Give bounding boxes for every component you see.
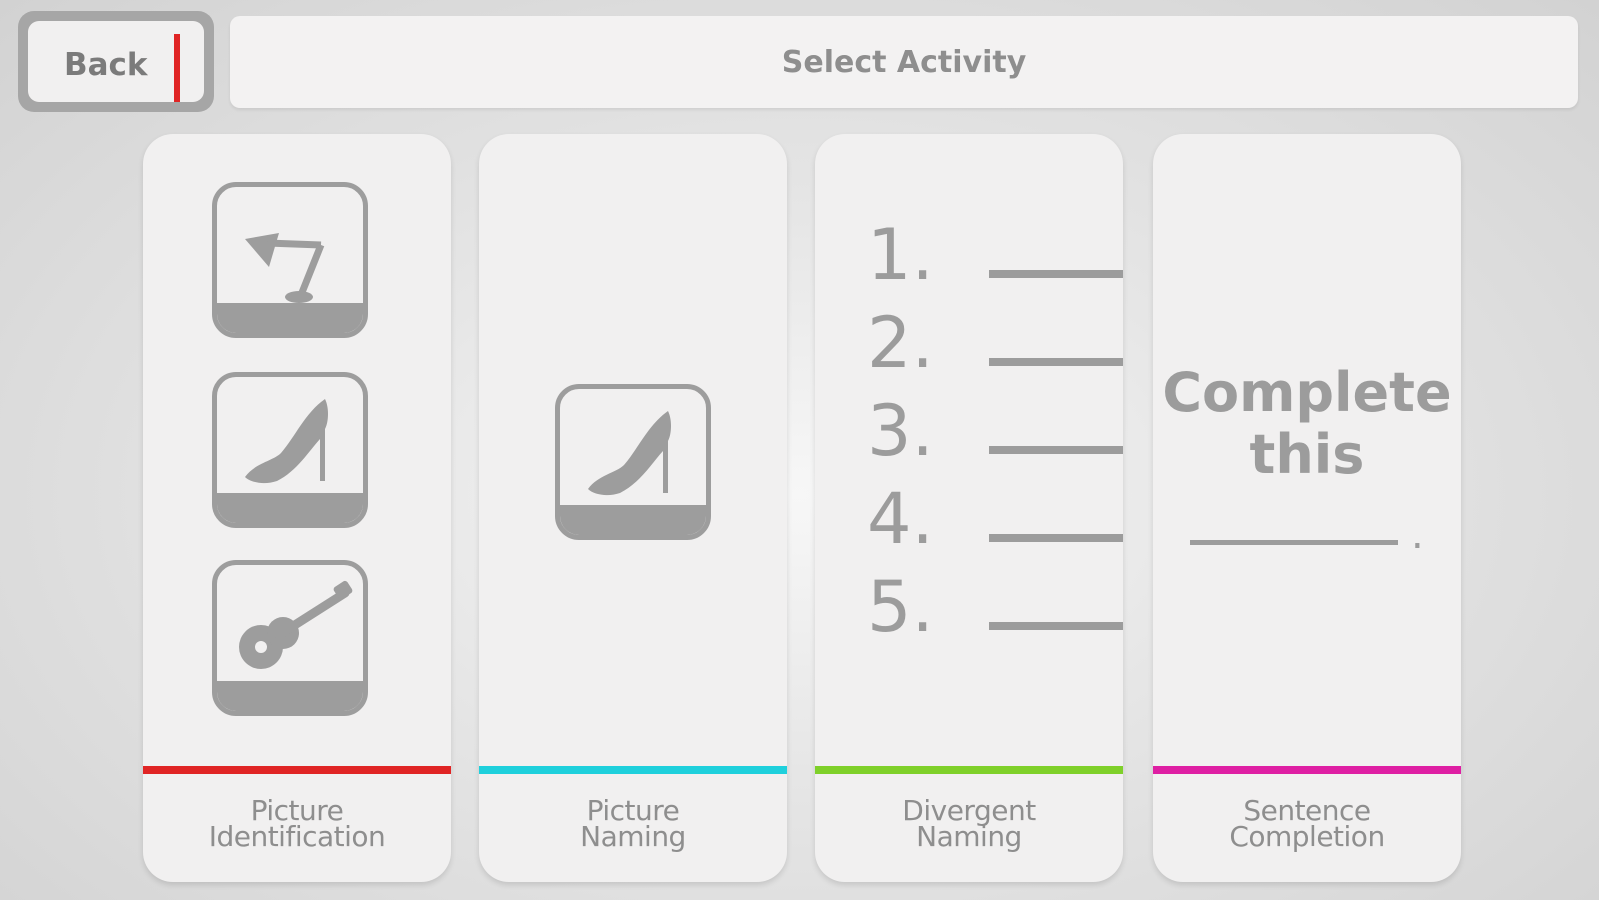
list-line: 4. <box>867 478 1123 568</box>
sentence-preview-text: Complete this <box>1162 361 1452 486</box>
high-heel-shoe-icon <box>555 384 711 540</box>
activity-color-stripe <box>479 766 787 774</box>
page-title: Select Activity <box>781 44 1027 80</box>
activity-card-picture-naming[interactable]: Picture Naming <box>479 134 787 882</box>
activity-color-stripe <box>1153 766 1461 774</box>
list-line: 1. <box>867 214 1123 304</box>
sentence-blank-line <box>1190 540 1398 545</box>
title-bar: Select Activity <box>230 16 1578 108</box>
back-button-label: Back <box>64 47 148 83</box>
activity-label: Divergent Naming <box>902 794 1036 853</box>
back-button-frame: Back <box>18 11 214 112</box>
list-line: 2. <box>867 302 1123 392</box>
activity-card-divergent-naming[interactable]: 1. 2. 3. 4. 5. Divergent Naming <box>815 134 1123 882</box>
activity-color-stripe <box>143 766 451 774</box>
activity-card-picture-identification[interactable]: Picture Identification <box>143 134 451 882</box>
list-line: 5. <box>867 566 1123 656</box>
activity-card-sentence-completion[interactable]: Complete this . Sentence Completion <box>1153 134 1461 882</box>
activity-label: Picture Identification <box>208 794 386 853</box>
high-heel-shoe-icon <box>212 372 368 528</box>
sentence-period: . <box>1411 512 1424 558</box>
activity-color-stripe <box>815 766 1123 774</box>
back-button[interactable]: Back <box>28 21 204 102</box>
lamp-icon <box>212 182 368 338</box>
back-button-accent <box>174 34 180 102</box>
list-line: 3. <box>867 390 1123 480</box>
guitar-icon <box>212 560 368 716</box>
activity-label: Picture Naming <box>580 794 686 853</box>
activity-label: Sentence Completion <box>1229 794 1385 853</box>
